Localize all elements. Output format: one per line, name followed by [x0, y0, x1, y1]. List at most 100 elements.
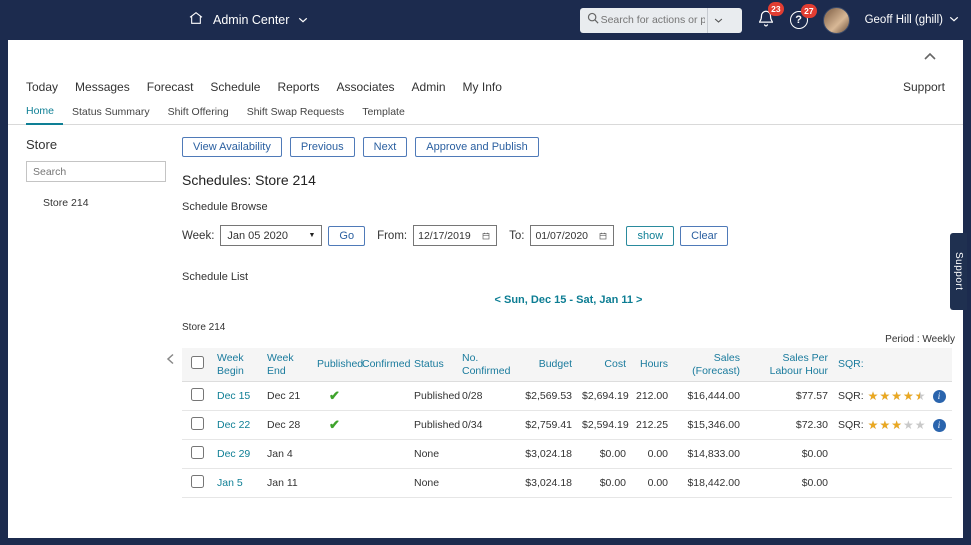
store-search-input[interactable]	[26, 161, 166, 182]
nav-item-schedule[interactable]: Schedule	[210, 80, 260, 94]
nav-item-forecast[interactable]: Forecast	[147, 80, 194, 94]
sqr-label: SQR:	[838, 419, 864, 431]
nav-item-support[interactable]: Support	[903, 80, 945, 94]
star-icon: ★★	[903, 419, 914, 431]
global-search[interactable]	[580, 8, 742, 33]
budget-cell: $2,759.41	[515, 411, 577, 440]
week-select-value: Jan 05 2020	[227, 230, 288, 242]
go-button[interactable]: Go	[328, 226, 365, 246]
header-week-begin[interactable]: Week Begin	[212, 348, 262, 382]
notifications-button[interactable]: 23	[757, 9, 775, 32]
nav-item-today[interactable]: Today	[26, 80, 58, 94]
week-select[interactable]: Jan 05 2020 ▼	[220, 225, 322, 246]
chevron-down-icon	[298, 11, 308, 29]
week-begin-link[interactable]: Dec 15	[217, 390, 250, 402]
header-no-confirmed[interactable]: No. Confirmed	[457, 348, 515, 382]
budget-cell: $2,569.53	[515, 382, 577, 411]
primary-nav: Today Messages Forecast Schedule Reports…	[26, 80, 945, 94]
main-panel: Today Messages Forecast Schedule Reports…	[8, 40, 963, 538]
view-availability-button[interactable]: View Availability	[182, 137, 282, 157]
status-cell: None	[409, 440, 457, 469]
hours-cell: 0.00	[631, 440, 673, 469]
avatar[interactable]	[823, 7, 850, 34]
header-cost[interactable]: Cost	[577, 348, 631, 382]
tab-home[interactable]: Home	[26, 101, 63, 125]
header-budget[interactable]: Budget	[515, 348, 577, 382]
next-button[interactable]: Next	[363, 137, 408, 157]
chevron-down-icon: ▼	[308, 232, 315, 239]
nav-item-messages[interactable]: Messages	[75, 80, 130, 94]
tab-shift-swap-requests[interactable]: Shift Swap Requests	[238, 102, 353, 124]
confirmed-cell	[357, 382, 409, 411]
tab-template[interactable]: Template	[353, 102, 414, 124]
help-button[interactable]: ? 27	[790, 11, 808, 29]
budget-cell: $3,024.18	[515, 440, 577, 469]
from-calendar-icon[interactable]	[476, 226, 496, 245]
approve-and-publish-button[interactable]: Approve and Publish	[415, 137, 539, 157]
row-checkbox[interactable]	[191, 417, 204, 430]
header-hours[interactable]: Hours	[631, 348, 673, 382]
no-confirmed-cell: 0/28	[457, 382, 515, 411]
no-confirmed-cell	[457, 469, 515, 498]
previous-button[interactable]: Previous	[290, 137, 355, 157]
header-sqr[interactable]: SQR:	[833, 348, 952, 382]
date-range-link[interactable]: < Sun, Dec 15 - Sat, Jan 11 >	[182, 294, 955, 306]
collapse-panel-chevron-up-icon[interactable]	[923, 48, 937, 66]
home-icon[interactable]	[188, 10, 204, 31]
user-menu[interactable]: Geoff Hill (ghill)	[865, 14, 959, 26]
clear-button[interactable]: Clear	[680, 226, 728, 246]
week-begin-link[interactable]: Dec 22	[217, 419, 250, 431]
nav-item-reports[interactable]: Reports	[277, 80, 319, 94]
no-confirmed-cell	[457, 440, 515, 469]
star-icon: ★★	[891, 419, 902, 431]
week-begin-link[interactable]: Jan 5	[217, 477, 243, 489]
schedule-toolbar: View Availability Previous Next Approve …	[182, 137, 955, 157]
cost-cell: $0.00	[577, 469, 631, 498]
search-dropdown-button[interactable]	[707, 8, 729, 33]
nav-item-my-info[interactable]: My Info	[463, 80, 502, 94]
support-tab[interactable]: Support	[950, 233, 967, 310]
sidebar-item-store-214[interactable]: Store 214	[43, 197, 176, 209]
app-menu[interactable]: Admin Center	[188, 10, 308, 31]
row-checkbox[interactable]	[191, 388, 204, 401]
cost-cell: $0.00	[577, 440, 631, 469]
star-icon: ★★	[903, 390, 914, 402]
search-input[interactable]	[599, 13, 707, 27]
confirmed-cell	[357, 440, 409, 469]
schedule-table-body: Dec 15 Dec 21 ✔ Published 0/28 $2,569.53…	[182, 382, 952, 498]
info-icon[interactable]: i	[933, 390, 946, 403]
nav-item-admin[interactable]: Admin	[412, 80, 446, 94]
show-button[interactable]: show	[626, 226, 674, 246]
from-date-group	[413, 225, 497, 246]
to-calendar-icon[interactable]	[593, 226, 613, 245]
header-published[interactable]: Published	[312, 348, 357, 382]
secondary-nav: Home Status Summary Shift Offering Shift…	[8, 101, 963, 125]
select-all-checkbox[interactable]	[191, 356, 204, 369]
collapse-table-chevron-left-icon[interactable]	[166, 352, 175, 370]
published-check-icon: ✔	[329, 417, 340, 432]
tab-status-summary[interactable]: Status Summary	[63, 102, 159, 124]
info-icon[interactable]: i	[933, 419, 946, 432]
header-status[interactable]: Status	[409, 348, 457, 382]
sqr-stars: ★★★★★★★★★★	[868, 390, 927, 402]
status-cell: Published	[409, 382, 457, 411]
week-begin-link[interactable]: Dec 29	[217, 448, 250, 460]
schedule-table-wrap: Week Begin Week End Published Confirmed …	[182, 348, 955, 498]
schedule-browse-controls: Week: Jan 05 2020 ▼ Go From: To:	[182, 225, 955, 246]
star-icon: ★★	[879, 390, 890, 402]
header-sales-forecast[interactable]: Sales (Forecast)	[673, 348, 745, 382]
to-date-input[interactable]	[531, 230, 593, 242]
header-sales-per-labour-hour[interactable]: Sales Per Labour Hour	[745, 348, 833, 382]
from-label: From:	[377, 230, 407, 242]
nav-item-associates[interactable]: Associates	[337, 80, 395, 94]
sales-forecast-cell: $15,346.00	[673, 411, 745, 440]
week-end-cell: Jan 4	[262, 440, 312, 469]
header-confirmed[interactable]: Confirmed	[357, 348, 409, 382]
sqr-label: SQR:	[838, 390, 864, 402]
header-week-end[interactable]: Week End	[262, 348, 312, 382]
tab-shift-offering[interactable]: Shift Offering	[159, 102, 238, 124]
from-date-input[interactable]	[414, 230, 476, 242]
table-row: Dec 22 Dec 28 ✔ Published 0/34 $2,759.41…	[182, 411, 952, 440]
row-checkbox[interactable]	[191, 475, 204, 488]
row-checkbox[interactable]	[191, 446, 204, 459]
